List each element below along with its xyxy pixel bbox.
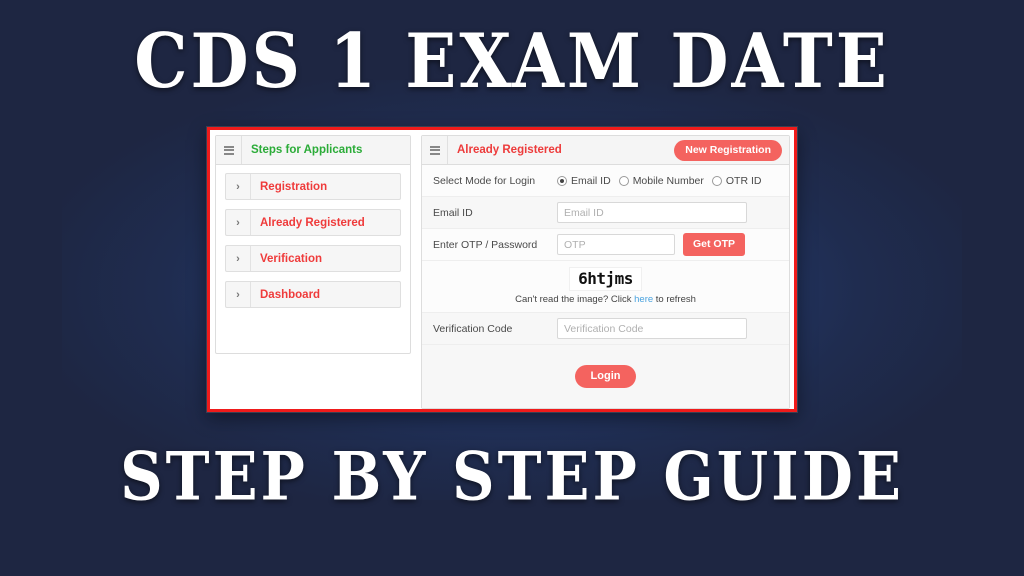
captcha-refresh-link[interactable]: here (634, 294, 653, 305)
login-mode-control: Email ID Mobile Number OTR ID (557, 175, 778, 187)
login-panel-header: Already Registered New Registration (422, 136, 789, 165)
get-otp-button[interactable]: Get OTP (683, 233, 746, 256)
hamburger-icon (223, 145, 234, 155)
login-mode-label: Select Mode for Login (433, 174, 536, 187)
sidebar-item-dashboard[interactable]: › Dashboard (225, 281, 401, 308)
chevron-right-icon: › (226, 246, 251, 271)
radio-icon[interactable] (618, 175, 629, 186)
verification-code-control (557, 318, 778, 339)
captcha-hint-prefix: Can't read the image? Click (515, 294, 635, 305)
radio-icon[interactable] (711, 175, 722, 186)
steps-panel-title: Steps for Applicants (251, 144, 363, 156)
email-control (557, 202, 778, 223)
login-action-row: Login (422, 345, 789, 408)
captcha-hint: Can't read the image? Click here to refr… (515, 294, 696, 305)
sidebar-item-label: Dashboard (260, 288, 321, 301)
email-row: Email ID (422, 197, 789, 229)
chevron-right-icon: › (226, 210, 251, 235)
otp-input[interactable] (557, 234, 675, 255)
page-title-bottom: STEP BY STEP GUIDE (120, 437, 904, 516)
steps-list: › Registration › Already Registered › Ve… (216, 165, 410, 317)
new-registration-button[interactable]: New Registration (674, 140, 782, 161)
login-panel: Already Registered New Registration Sele… (421, 135, 790, 409)
login-mode-row: Select Mode for Login Email ID Mobile Nu… (422, 165, 789, 197)
steps-menu-button[interactable] (216, 136, 242, 164)
chevron-right-icon: › (226, 174, 251, 199)
radio-option-email-id[interactable]: Email ID (557, 175, 611, 187)
card-inner: Steps for Applicants › Registration › Al… (210, 130, 794, 409)
sidebar-item-label: Verification (260, 252, 322, 265)
chevron-right-icon: › (226, 282, 251, 307)
radio-option-otr-id[interactable]: OTR ID (711, 174, 762, 187)
sidebar-item-already-registered[interactable]: › Already Registered (225, 209, 401, 236)
login-mode-radio-group: Email ID Mobile Number OTR ID (557, 175, 765, 187)
hamburger-icon (429, 145, 440, 155)
screenshot-card: Steps for Applicants › Registration › Al… (207, 127, 797, 412)
verification-code-label: Verification Code (433, 322, 513, 335)
radio-icon[interactable] (557, 175, 567, 186)
sidebar-item-registration[interactable]: › Registration (225, 173, 401, 200)
radio-label: Mobile Number (632, 174, 704, 187)
otp-label: Enter OTP / Password (433, 238, 538, 251)
email-label: Email ID (433, 206, 473, 219)
page-title-top: CDS 1 EXAM DATE (134, 16, 890, 105)
login-button[interactable]: Login (574, 365, 637, 388)
radio-label: OTR ID (725, 174, 762, 187)
captcha-hint-suffix: to refresh (653, 294, 696, 305)
email-input[interactable] (557, 202, 747, 223)
captcha-image: 6htjms (569, 267, 642, 291)
steps-panel-header: Steps for Applicants (216, 136, 410, 165)
otp-control: Get OTP (557, 233, 778, 256)
otp-row: Enter OTP / Password Get OTP (422, 229, 789, 261)
login-panel-title: Already Registered (457, 144, 562, 156)
steps-panel: Steps for Applicants › Registration › Al… (215, 135, 411, 354)
radio-option-mobile-number[interactable]: Mobile Number (618, 174, 704, 187)
sidebar-item-verification[interactable]: › Verification (225, 245, 401, 272)
sidebar-item-label: Already Registered (260, 216, 365, 229)
sidebar-item-label: Registration (260, 180, 328, 193)
captcha-row: 6htjms Can't read the image? Click here … (422, 261, 789, 313)
verification-code-row: Verification Code (422, 313, 789, 345)
verification-code-input[interactable] (557, 318, 747, 339)
login-menu-button[interactable] (422, 136, 448, 164)
radio-label: Email ID (571, 174, 611, 187)
